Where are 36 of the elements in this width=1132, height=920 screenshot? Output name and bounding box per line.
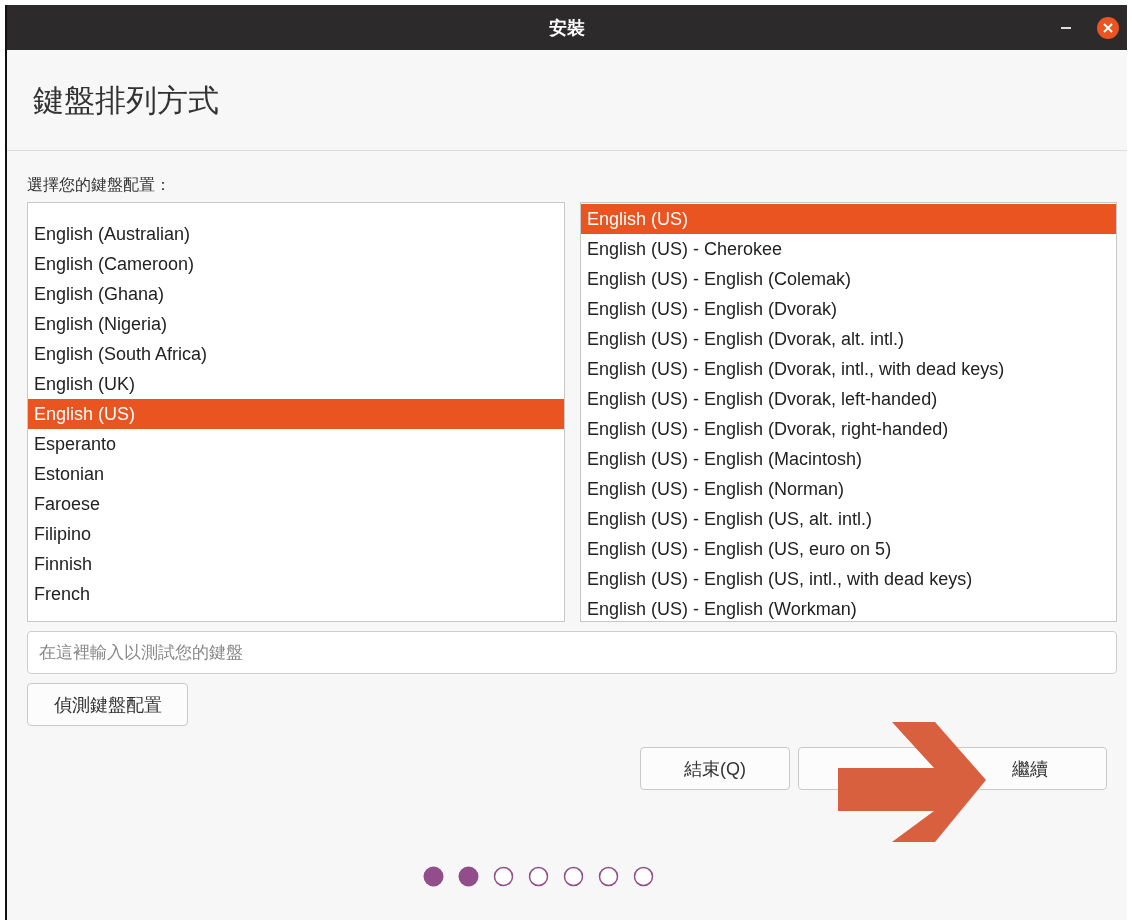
list-item[interactable]: English (Cameroon) [28,249,564,279]
list-item[interactable]: English (US) - English (Macintosh) [581,444,1116,474]
list-item[interactable]: English (Australian) [28,219,564,249]
list-item[interactable]: English (US) - English (Dvorak, intl., with dead keys) [581,354,1116,384]
list-item[interactable]: English (Nigeria) [28,309,564,339]
quit-button[interactable]: 結束(Q) [640,747,790,790]
list-item[interactable]: English (US) - English (US, alt. intl.) [581,504,1116,534]
detect-layout-button[interactable]: 偵測鍵盤配置 [27,683,188,726]
list-item[interactable]: English (US) - English (Dvorak) [581,294,1116,324]
list-item[interactable]: English (US) - English (Norman) [581,474,1116,504]
list-item[interactable]: English (US) [581,204,1116,234]
list-item[interactable]: French [28,579,564,609]
list-item[interactable]: English (US) - English (US, euro on 5) [581,534,1116,564]
list-item[interactable]: English (US) [28,399,564,429]
minimize-icon[interactable] [1061,26,1071,29]
list-item[interactable]: English (Ghana) [28,279,564,309]
list-item[interactable]: Esperanto [28,429,564,459]
list-item[interactable]: Estonian [28,459,564,489]
list-item[interactable]: Finnish [28,549,564,579]
section-label: 選擇您的鍵盤配置： [27,175,171,195]
list-item[interactable]: Filipino [28,519,564,549]
list-item[interactable]: English (US) - Cherokee [581,234,1116,264]
page-title: 鍵盤排列方式 [7,50,1127,151]
list-item[interactable]: English (UK) [28,369,564,399]
list-item[interactable]: English (US) - English (Dvorak, alt. intl.) [581,324,1116,354]
arrow-icon [838,722,986,842]
list-item[interactable]: English (US) - English (Colemak) [581,264,1116,294]
list-item[interactable]: English (US) - English (Dvorak, right-handed) [581,414,1116,444]
list-item[interactable]: English (US) - English (US, intl., with dead keys) [581,564,1116,594]
close-icon[interactable] [1097,16,1119,39]
list-item[interactable]: Faroese [28,489,564,519]
keyboard-test-field[interactable]: 在這裡輸入以測試您的鍵盤 [27,631,1117,674]
window-title: 安裝 [549,16,585,40]
list-item[interactable]: English (US) - English (Workman) [581,594,1116,621]
list-item[interactable]: English (US) - English (Dvorak, left-handed) [581,384,1116,414]
list-item[interactable]: English (South Africa) [28,339,564,369]
